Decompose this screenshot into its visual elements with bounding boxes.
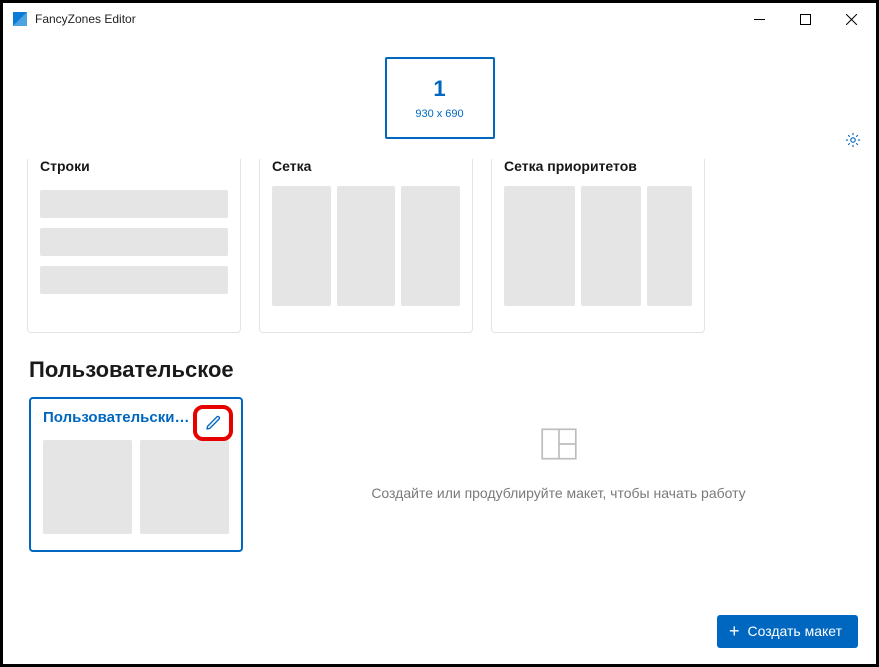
monitor-number: 1: [433, 76, 445, 102]
custom-layouts-row: Пользовательский… Создайте или продублир…: [3, 397, 876, 552]
template-preview: [40, 186, 228, 306]
template-card-priority[interactable]: Сетка приоритетов: [491, 159, 705, 333]
window-title: FancyZones Editor: [35, 12, 136, 26]
monitor-selector-area: 1 930 x 690: [3, 35, 876, 155]
settings-button[interactable]: [842, 129, 864, 151]
template-title: Сетка приоритетов: [504, 159, 692, 176]
zone: [504, 186, 575, 306]
gear-icon: [844, 131, 862, 149]
edit-layout-button[interactable]: [193, 405, 233, 441]
maximize-button[interactable]: [782, 4, 828, 34]
zone: [647, 186, 692, 306]
template-title: Строки: [40, 159, 228, 176]
create-button-label: Создать макет: [747, 623, 842, 639]
zone: [40, 190, 228, 218]
maximize-icon: [800, 14, 811, 25]
zone: [272, 186, 331, 306]
close-icon: [846, 14, 857, 25]
minimize-icon: [754, 14, 765, 25]
zone: [140, 440, 229, 534]
custom-section-title: Пользовательское: [3, 333, 876, 397]
zone: [40, 266, 228, 294]
titlebar: FancyZones Editor: [3, 3, 876, 35]
templates-row: Строки Сетка Сетка приоритетов: [3, 159, 876, 333]
pencil-icon: [204, 414, 222, 432]
template-card-rows[interactable]: Строки: [27, 159, 241, 333]
monitor-card[interactable]: 1 930 x 690: [385, 57, 495, 139]
template-card-grid[interactable]: Сетка: [259, 159, 473, 333]
empty-state-text: Создайте или продублируйте макет, чтобы …: [371, 485, 745, 501]
app-icon: [13, 12, 27, 26]
zone: [43, 440, 132, 534]
custom-layout-card[interactable]: Пользовательский…: [29, 397, 243, 552]
template-title: Сетка: [272, 159, 460, 176]
zone: [337, 186, 396, 306]
empty-state: Создайте или продублируйте макет, чтобы …: [267, 397, 850, 501]
plus-icon: +: [729, 624, 740, 638]
template-preview: [504, 186, 692, 306]
minimize-button[interactable]: [736, 4, 782, 34]
layout-icon: [538, 423, 580, 465]
create-layout-button[interactable]: + Создать макет: [717, 615, 858, 648]
zone: [40, 228, 228, 256]
template-preview: [272, 186, 460, 306]
zone: [581, 186, 640, 306]
close-button[interactable]: [828, 4, 874, 34]
custom-layout-title: Пользовательский…: [43, 409, 193, 426]
zone: [401, 186, 460, 306]
custom-layout-preview: [43, 440, 229, 534]
monitor-resolution: 930 x 690: [415, 108, 463, 120]
